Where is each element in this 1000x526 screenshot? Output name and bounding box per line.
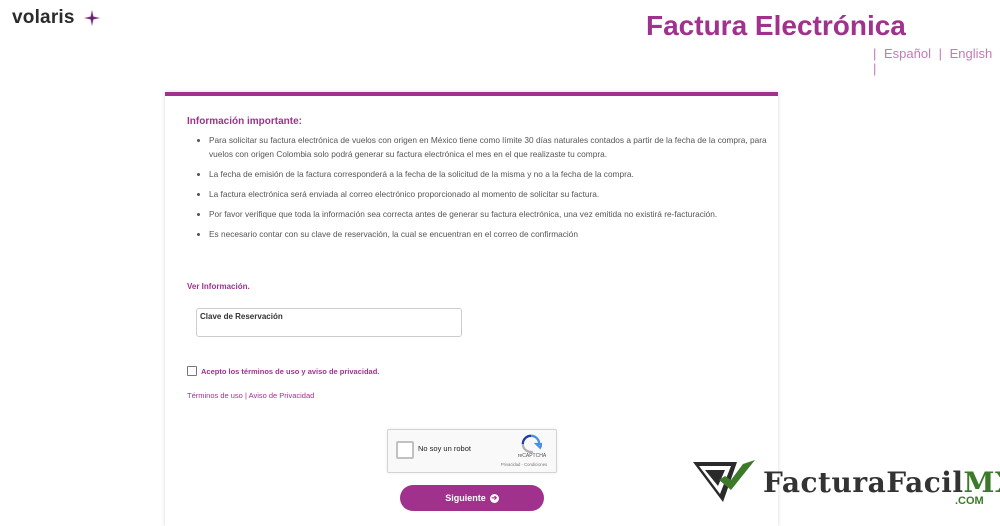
siguiente-label: Siguiente xyxy=(445,493,486,503)
ver-informacion-heading: Ver Información. xyxy=(187,282,250,291)
lang-separator: | xyxy=(873,61,877,76)
clave-reservacion-input[interactable]: Clave de Reservación xyxy=(196,308,462,337)
terms-checkbox[interactable] xyxy=(187,366,197,376)
lang-link-espanol[interactable]: Español xyxy=(884,46,931,61)
terms-row: Acepto los términos de uso y aviso de pr… xyxy=(187,366,379,376)
page-title: Factura Electrónica xyxy=(646,10,906,41)
terms-label[interactable]: Acepto los términos de uso y aviso de pr… xyxy=(201,367,379,376)
info-item: Por favor verifique que toda la informac… xyxy=(209,207,781,221)
language-selector: | Español | English | xyxy=(871,46,1000,76)
brand-name: volaris xyxy=(12,7,75,28)
arrow-right-circle-icon: ➔ xyxy=(489,493,499,503)
recaptcha-icon xyxy=(521,434,542,454)
info-list: Para solicitar su factura electrónica de… xyxy=(187,133,781,247)
siguiente-button[interactable]: Siguiente ➔ xyxy=(400,485,544,511)
info-item: La fecha de emisión de la factura corres… xyxy=(209,167,781,181)
clave-reservacion-label: Clave de Reservación xyxy=(200,312,283,321)
invoice-form-card: Información importante: Para solicitar s… xyxy=(165,92,778,526)
lang-link-english[interactable]: English xyxy=(950,46,993,61)
info-item: La factura electrónica será enviada al c… xyxy=(209,187,781,201)
legal-links: Términos de uso | Aviso de Privacidad xyxy=(187,391,314,400)
recaptcha-brand: reCAPTCHA xyxy=(517,453,547,459)
watermark-domain: .COM xyxy=(955,495,984,507)
recaptcha-label: No soy un robot xyxy=(418,444,471,453)
info-title: Información importante: xyxy=(187,116,303,127)
lang-separator: | xyxy=(873,46,877,61)
volaris-logo[interactable]: volaris xyxy=(12,6,101,30)
recaptcha-checkbox[interactable] xyxy=(396,441,414,459)
lang-separator: | xyxy=(938,46,943,61)
terminos-de-uso-link[interactable]: Términos de uso xyxy=(187,391,243,400)
facturafacil-logo-icon xyxy=(693,460,755,502)
aviso-de-privacidad-link[interactable]: Aviso de Privacidad xyxy=(249,391,315,400)
recaptcha-links[interactable]: Privacidad - Condiciones xyxy=(494,462,554,467)
link-separator: | xyxy=(244,391,247,400)
info-item: Para solicitar su factura electrónica de… xyxy=(209,133,781,161)
facturafacil-watermark: FacturaFacilMX .COM xyxy=(693,458,1000,510)
recaptcha-widget: No soy un robot reCAPTCHA Privacidad - C… xyxy=(387,429,557,473)
star-logo-icon xyxy=(83,9,100,27)
watermark-name: FacturaFacil xyxy=(763,466,964,499)
info-item: Es necesario contar con su clave de rese… xyxy=(209,227,781,241)
